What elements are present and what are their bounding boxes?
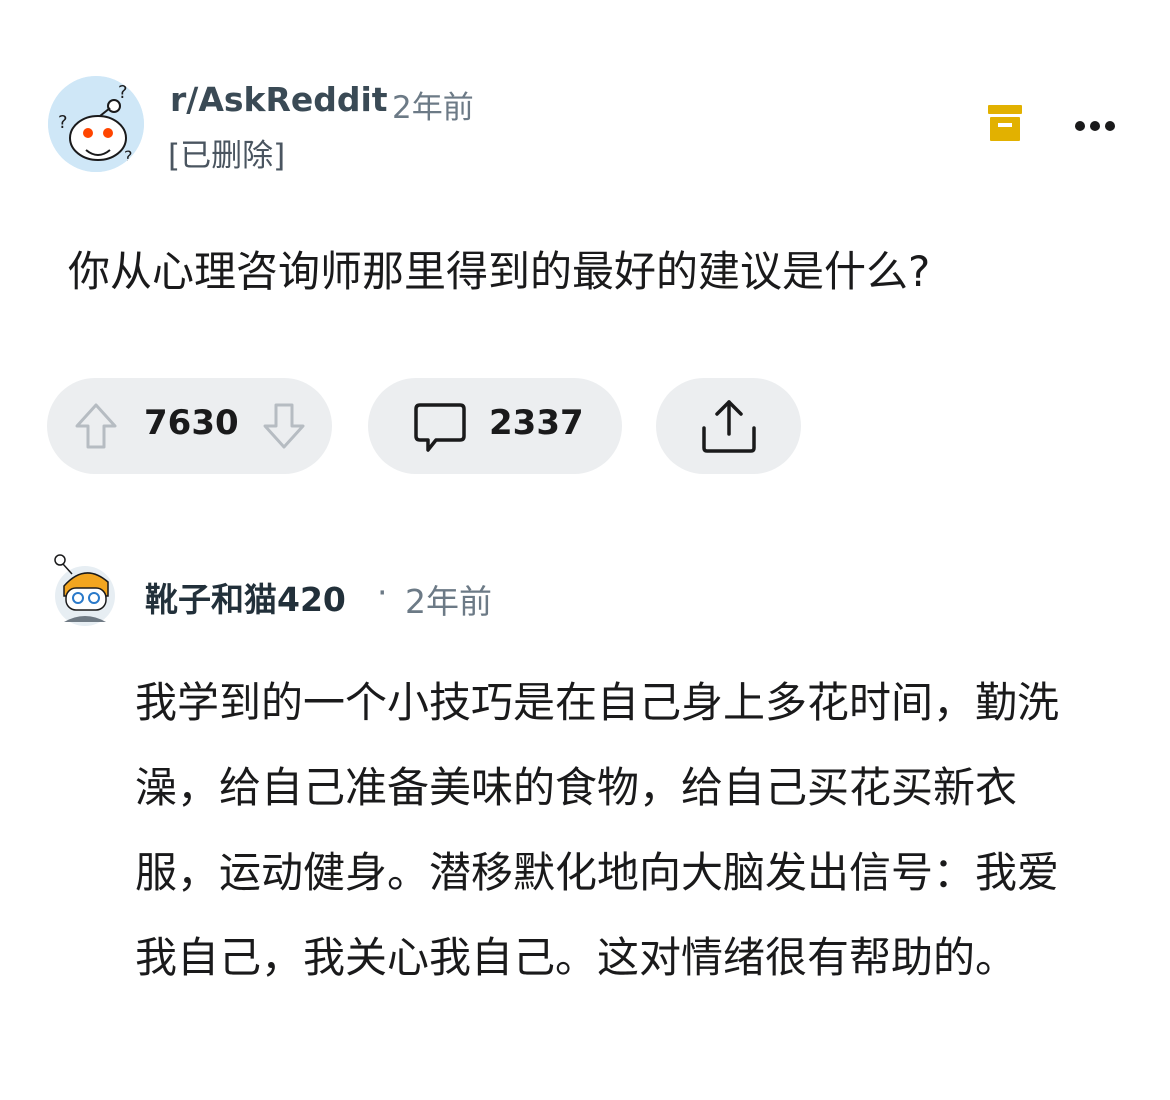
archive-icon[interactable] [988, 105, 1022, 143]
meta-separator: · [377, 573, 388, 612]
svg-text:?: ? [118, 82, 128, 103]
subreddit-name[interactable]: r/AskReddit [170, 80, 388, 119]
commenter-avatar[interactable] [50, 552, 120, 628]
upvote-arrow-icon[interactable] [73, 402, 119, 450]
post-author: [已删除] [168, 138, 286, 174]
comment-timestamp: 2年前 [405, 582, 492, 621]
vote-bar: 7630 [47, 378, 332, 474]
comment-bubble-icon [414, 403, 466, 452]
vote-count: 7630 [144, 403, 239, 443]
share-button[interactable] [656, 378, 801, 474]
post-title[interactable]: 你从心理咨询师那里得到的最好的建议是什么? [68, 242, 1128, 302]
subreddit-avatar[interactable]: ? ? ? [48, 76, 144, 172]
comment-body: 我学到的一个小技巧是在自己身上多花时间，勤洗澡，给自己准备美味的食物，给自己买花… [135, 678, 1060, 982]
downvote-arrow-icon[interactable] [261, 402, 307, 450]
svg-text:?: ? [58, 112, 68, 133]
comments-button[interactable]: 2337 [368, 378, 622, 474]
post-timestamp: 2年前 [392, 90, 474, 126]
comment-count: 2337 [489, 403, 584, 443]
more-options-icon[interactable] [1074, 118, 1116, 132]
svg-text:?: ? [124, 147, 133, 166]
comment-username[interactable]: 靴子和猫420 [145, 573, 346, 621]
share-icon [702, 400, 756, 453]
